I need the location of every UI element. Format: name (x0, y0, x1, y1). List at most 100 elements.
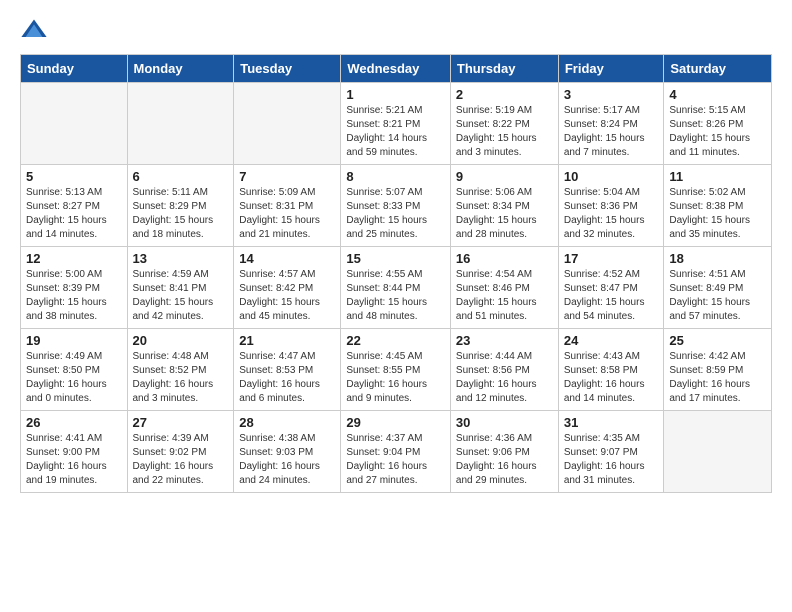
day-info: Sunrise: 5:09 AM Sunset: 8:31 PM Dayligh… (239, 186, 335, 242)
day-info: Sunrise: 4:51 AM Sunset: 8:49 PM Dayligh… (669, 268, 766, 324)
day-number: 11 (669, 169, 766, 184)
day-info: Sunrise: 4:55 AM Sunset: 8:44 PM Dayligh… (346, 268, 445, 324)
day-info: Sunrise: 4:54 AM Sunset: 8:46 PM Dayligh… (456, 268, 553, 324)
day-header-wednesday: Wednesday (341, 55, 451, 83)
day-number: 26 (26, 415, 122, 430)
calendar-cell: 24 Sunrise: 4:43 AM Sunset: 8:58 PM Dayli… (558, 329, 664, 411)
day-number: 21 (239, 333, 335, 348)
day-number: 31 (564, 415, 659, 430)
day-info: Sunrise: 5:00 AM Sunset: 8:39 PM Dayligh… (26, 268, 122, 324)
day-number: 14 (239, 251, 335, 266)
day-info: Sunrise: 4:59 AM Sunset: 8:41 PM Dayligh… (133, 268, 229, 324)
calendar-week-4: 26 Sunrise: 4:41 AM Sunset: 9:00 PM Dayli… (21, 411, 772, 493)
day-info: Sunrise: 4:36 AM Sunset: 9:06 PM Dayligh… (456, 432, 553, 488)
day-number: 30 (456, 415, 553, 430)
calendar-table: SundayMondayTuesdayWednesdayThursdayFrid… (20, 54, 772, 493)
day-info: Sunrise: 4:45 AM Sunset: 8:55 PM Dayligh… (346, 350, 445, 406)
calendar-cell: 23 Sunrise: 4:44 AM Sunset: 8:56 PM Dayli… (450, 329, 558, 411)
calendar-cell (127, 83, 234, 165)
day-info: Sunrise: 4:47 AM Sunset: 8:53 PM Dayligh… (239, 350, 335, 406)
day-info: Sunrise: 4:52 AM Sunset: 8:47 PM Dayligh… (564, 268, 659, 324)
calendar-cell (21, 83, 128, 165)
calendar-cell: 7 Sunrise: 5:09 AM Sunset: 8:31 PM Daylig… (234, 165, 341, 247)
page: SundayMondayTuesdayWednesdayThursdayFrid… (0, 0, 792, 509)
header (20, 16, 772, 44)
calendar-cell (234, 83, 341, 165)
calendar-cell: 1 Sunrise: 5:21 AM Sunset: 8:21 PM Daylig… (341, 83, 451, 165)
logo-icon (20, 16, 48, 44)
calendar-week-1: 5 Sunrise: 5:13 AM Sunset: 8:27 PM Daylig… (21, 165, 772, 247)
day-info: Sunrise: 4:35 AM Sunset: 9:07 PM Dayligh… (564, 432, 659, 488)
day-number: 6 (133, 169, 229, 184)
day-info: Sunrise: 5:15 AM Sunset: 8:26 PM Dayligh… (669, 104, 766, 160)
day-header-friday: Friday (558, 55, 664, 83)
day-info: Sunrise: 5:21 AM Sunset: 8:21 PM Dayligh… (346, 104, 445, 160)
calendar-cell: 19 Sunrise: 4:49 AM Sunset: 8:50 PM Dayli… (21, 329, 128, 411)
day-info: Sunrise: 4:39 AM Sunset: 9:02 PM Dayligh… (133, 432, 229, 488)
calendar-cell: 25 Sunrise: 4:42 AM Sunset: 8:59 PM Dayli… (664, 329, 772, 411)
calendar-cell: 26 Sunrise: 4:41 AM Sunset: 9:00 PM Dayli… (21, 411, 128, 493)
day-number: 2 (456, 87, 553, 102)
calendar-cell: 2 Sunrise: 5:19 AM Sunset: 8:22 PM Daylig… (450, 83, 558, 165)
calendar-week-2: 12 Sunrise: 5:00 AM Sunset: 8:39 PM Dayli… (21, 247, 772, 329)
logo (20, 16, 52, 44)
calendar-cell: 15 Sunrise: 4:55 AM Sunset: 8:44 PM Dayli… (341, 247, 451, 329)
day-info: Sunrise: 4:44 AM Sunset: 8:56 PM Dayligh… (456, 350, 553, 406)
day-number: 16 (456, 251, 553, 266)
day-info: Sunrise: 5:17 AM Sunset: 8:24 PM Dayligh… (564, 104, 659, 160)
day-number: 15 (346, 251, 445, 266)
day-info: Sunrise: 4:42 AM Sunset: 8:59 PM Dayligh… (669, 350, 766, 406)
calendar-cell: 4Sunrise: 5:15 AM Sunset: 8:26 PM Daylig… (664, 83, 772, 165)
day-number: 3 (564, 87, 659, 102)
day-number: 24 (564, 333, 659, 348)
day-info: Sunrise: 5:13 AM Sunset: 8:27 PM Dayligh… (26, 186, 122, 242)
calendar-cell: 17Sunrise: 4:52 AM Sunset: 8:47 PM Dayli… (558, 247, 664, 329)
day-info: Sunrise: 5:19 AM Sunset: 8:22 PM Dayligh… (456, 104, 553, 160)
calendar-cell (664, 411, 772, 493)
day-info: Sunrise: 4:48 AM Sunset: 8:52 PM Dayligh… (133, 350, 229, 406)
day-number: 23 (456, 333, 553, 348)
calendar-cell: 9Sunrise: 5:06 AM Sunset: 8:34 PM Daylig… (450, 165, 558, 247)
day-header-sunday: Sunday (21, 55, 128, 83)
day-number: 8 (346, 169, 445, 184)
calendar-cell: 22Sunrise: 4:45 AM Sunset: 8:55 PM Dayli… (341, 329, 451, 411)
day-number: 19 (26, 333, 122, 348)
calendar-week-0: 1 Sunrise: 5:21 AM Sunset: 8:21 PM Daylig… (21, 83, 772, 165)
calendar-cell: 28 Sunrise: 4:38 AM Sunset: 9:03 PM Dayli… (234, 411, 341, 493)
day-info: Sunrise: 4:37 AM Sunset: 9:04 PM Dayligh… (346, 432, 445, 488)
day-info: Sunrise: 4:41 AM Sunset: 9:00 PM Dayligh… (26, 432, 122, 488)
calendar-week-3: 19 Sunrise: 4:49 AM Sunset: 8:50 PM Dayli… (21, 329, 772, 411)
day-info: Sunrise: 4:43 AM Sunset: 8:58 PM Dayligh… (564, 350, 659, 406)
day-number: 20 (133, 333, 229, 348)
calendar-cell: 16 Sunrise: 4:54 AM Sunset: 8:46 PM Dayli… (450, 247, 558, 329)
calendar-cell: 6Sunrise: 5:11 AM Sunset: 8:29 PM Daylig… (127, 165, 234, 247)
calendar-cell: 20 Sunrise: 4:48 AM Sunset: 8:52 PM Dayli… (127, 329, 234, 411)
day-number: 28 (239, 415, 335, 430)
calendar-cell: 10Sunrise: 5:04 AM Sunset: 8:36 PM Dayli… (558, 165, 664, 247)
day-number: 18 (669, 251, 766, 266)
day-number: 27 (133, 415, 229, 430)
calendar-cell: 27 Sunrise: 4:39 AM Sunset: 9:02 PM Dayli… (127, 411, 234, 493)
day-number: 10 (564, 169, 659, 184)
calendar-cell: 30 Sunrise: 4:36 AM Sunset: 9:06 PM Dayli… (450, 411, 558, 493)
calendar-cell: 13 Sunrise: 4:59 AM Sunset: 8:41 PM Dayli… (127, 247, 234, 329)
calendar-cell: 12 Sunrise: 5:00 AM Sunset: 8:39 PM Dayli… (21, 247, 128, 329)
calendar-cell: 8Sunrise: 5:07 AM Sunset: 8:33 PM Daylig… (341, 165, 451, 247)
day-number: 13 (133, 251, 229, 266)
day-number: 12 (26, 251, 122, 266)
day-info: Sunrise: 4:49 AM Sunset: 8:50 PM Dayligh… (26, 350, 122, 406)
day-info: Sunrise: 4:38 AM Sunset: 9:03 PM Dayligh… (239, 432, 335, 488)
day-info: Sunrise: 5:06 AM Sunset: 8:34 PM Dayligh… (456, 186, 553, 242)
day-number: 1 (346, 87, 445, 102)
day-number: 7 (239, 169, 335, 184)
day-header-saturday: Saturday (664, 55, 772, 83)
day-number: 25 (669, 333, 766, 348)
calendar-cell: 21 Sunrise: 4:47 AM Sunset: 8:53 PM Dayli… (234, 329, 341, 411)
calendar-cell: 3 Sunrise: 5:17 AM Sunset: 8:24 PM Daylig… (558, 83, 664, 165)
calendar-cell: 29 Sunrise: 4:37 AM Sunset: 9:04 PM Dayli… (341, 411, 451, 493)
day-info: Sunrise: 4:57 AM Sunset: 8:42 PM Dayligh… (239, 268, 335, 324)
day-number: 5 (26, 169, 122, 184)
calendar-cell: 5 Sunrise: 5:13 AM Sunset: 8:27 PM Daylig… (21, 165, 128, 247)
day-number: 29 (346, 415, 445, 430)
calendar-cell: 31 Sunrise: 4:35 AM Sunset: 9:07 PM Dayli… (558, 411, 664, 493)
